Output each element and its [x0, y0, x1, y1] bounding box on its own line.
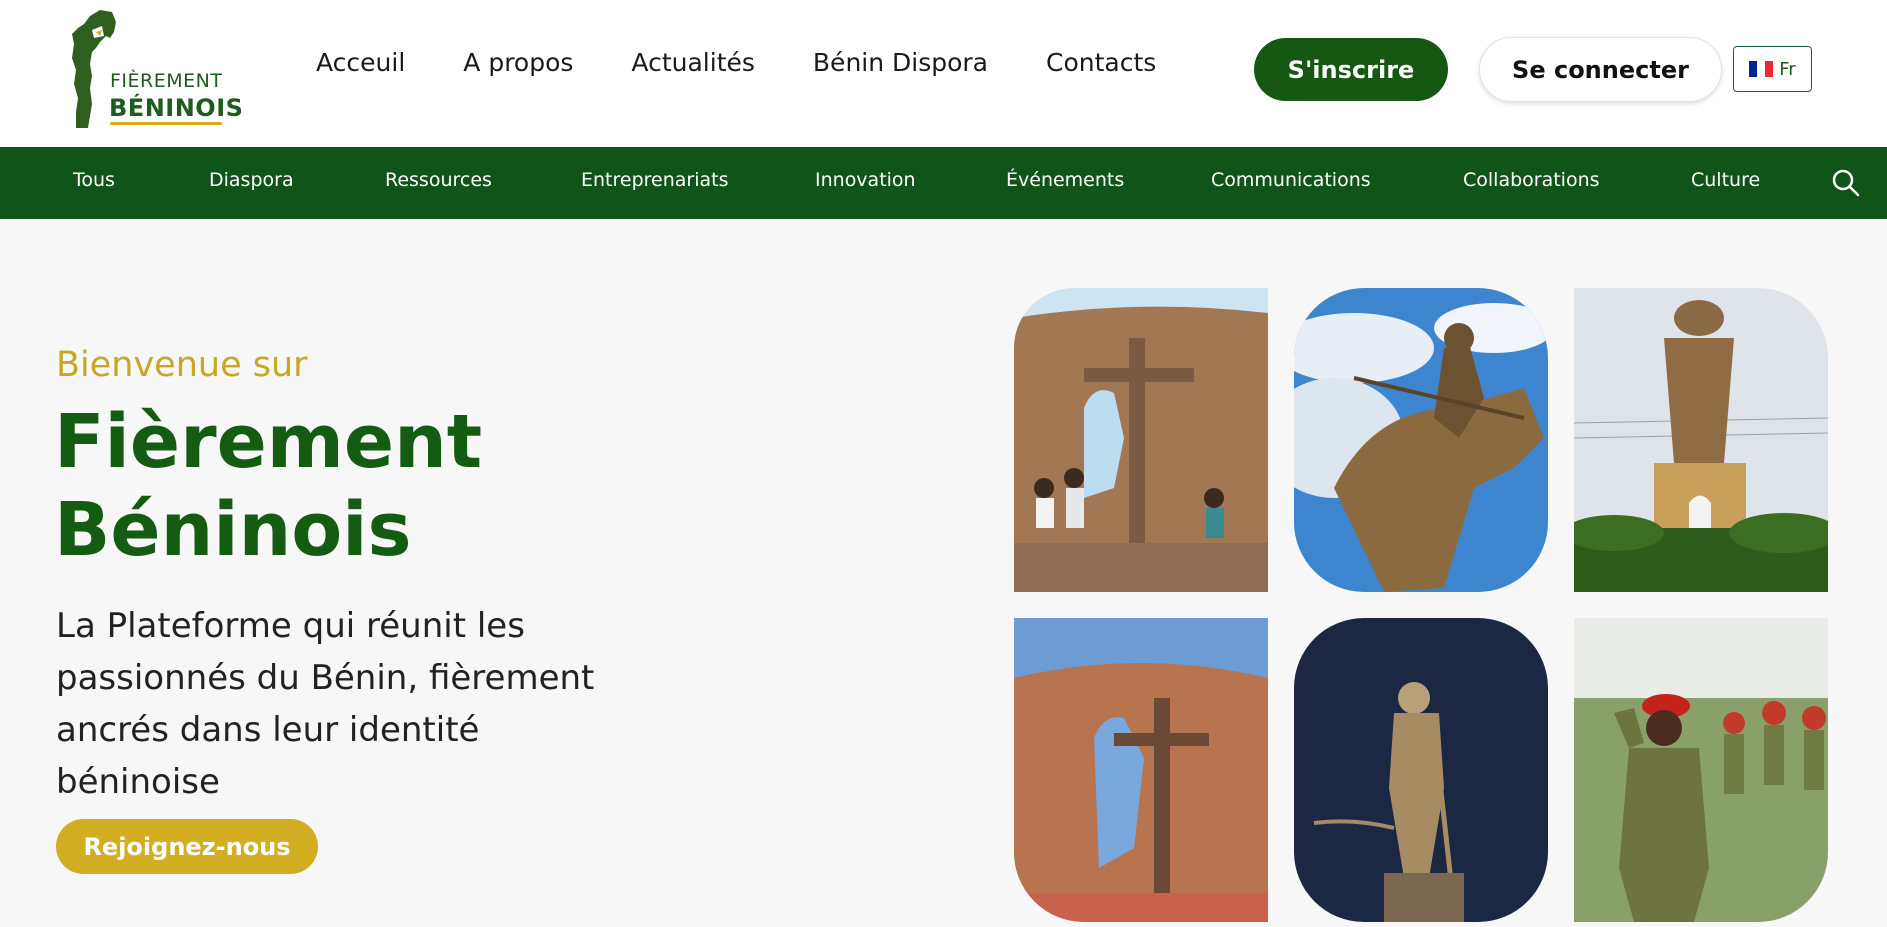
logo-text-bottom: BÉNINOIS: [109, 94, 244, 122]
amazon-statue-photo: [1294, 618, 1548, 922]
language-label: Fr: [1779, 58, 1796, 80]
hero-title-line2: Béninois: [54, 487, 412, 573]
memorial-wall-photo: [1014, 618, 1268, 922]
memorial-wall-image: [1014, 618, 1268, 922]
main-nav: Acceuil A propos Actualités Bénin Dispor…: [316, 48, 1214, 77]
horse-rider-image: [1294, 288, 1548, 592]
hero-kicker: Bienvenue sur: [56, 345, 308, 385]
login-button[interactable]: Se connecter: [1479, 37, 1722, 102]
category-ressources[interactable]: Ressources: [385, 169, 492, 191]
category-diaspora[interactable]: Diaspora: [209, 169, 294, 191]
category-communications[interactable]: Communications: [1211, 169, 1371, 191]
site-header: FIÈREMENT BÉNINOIS Acceuil A propos Actu…: [0, 0, 1887, 147]
nav-contacts[interactable]: Contacts: [1046, 48, 1156, 77]
category-collaborations[interactable]: Collaborations: [1463, 169, 1600, 191]
category-tous[interactable]: Tous: [73, 169, 115, 191]
nav-actualites[interactable]: Actualités: [631, 48, 754, 77]
join-button[interactable]: Rejoignez-nous: [56, 819, 318, 874]
category-bar: Tous Diaspora Ressources Entreprenariats…: [0, 147, 1887, 219]
logo-text-top: FIÈREMENT: [110, 70, 223, 92]
search-icon[interactable]: [1831, 168, 1861, 198]
nav-acceuil[interactable]: Acceuil: [316, 48, 405, 77]
horse-rider-statue-photo: [1294, 288, 1548, 592]
soldier-parade-photo: [1574, 618, 1828, 922]
logo-underline: [110, 122, 222, 125]
category-culture[interactable]: Culture: [1691, 169, 1760, 191]
memorial-cross-photo: [1014, 288, 1268, 592]
soldier-parade-image: [1574, 618, 1828, 922]
hero-description: La Plateforme qui réunit les passionnés …: [56, 606, 595, 802]
flag-fr-icon: [1749, 61, 1774, 77]
site-logo[interactable]: FIÈREMENT BÉNINOIS: [70, 8, 243, 132]
amazon-statue-image: [1294, 618, 1548, 922]
nav-benin-dispora[interactable]: Bénin Dispora: [813, 48, 988, 77]
memorial-cross-image: [1014, 288, 1268, 592]
hero-title: Fièrement Béninois: [54, 398, 654, 574]
pot-statue-image: [1574, 288, 1828, 592]
hero-title-line1: Fièrement: [54, 399, 483, 485]
category-evenements[interactable]: Événements: [1006, 169, 1124, 191]
language-selector[interactable]: Fr: [1733, 46, 1812, 92]
nav-a-propos[interactable]: A propos: [463, 48, 573, 77]
category-entreprenariats[interactable]: Entreprenariats: [581, 169, 729, 191]
signup-button[interactable]: S'inscrire: [1254, 38, 1448, 101]
pot-statue-photo: [1574, 288, 1828, 592]
category-innovation[interactable]: Innovation: [815, 169, 916, 191]
